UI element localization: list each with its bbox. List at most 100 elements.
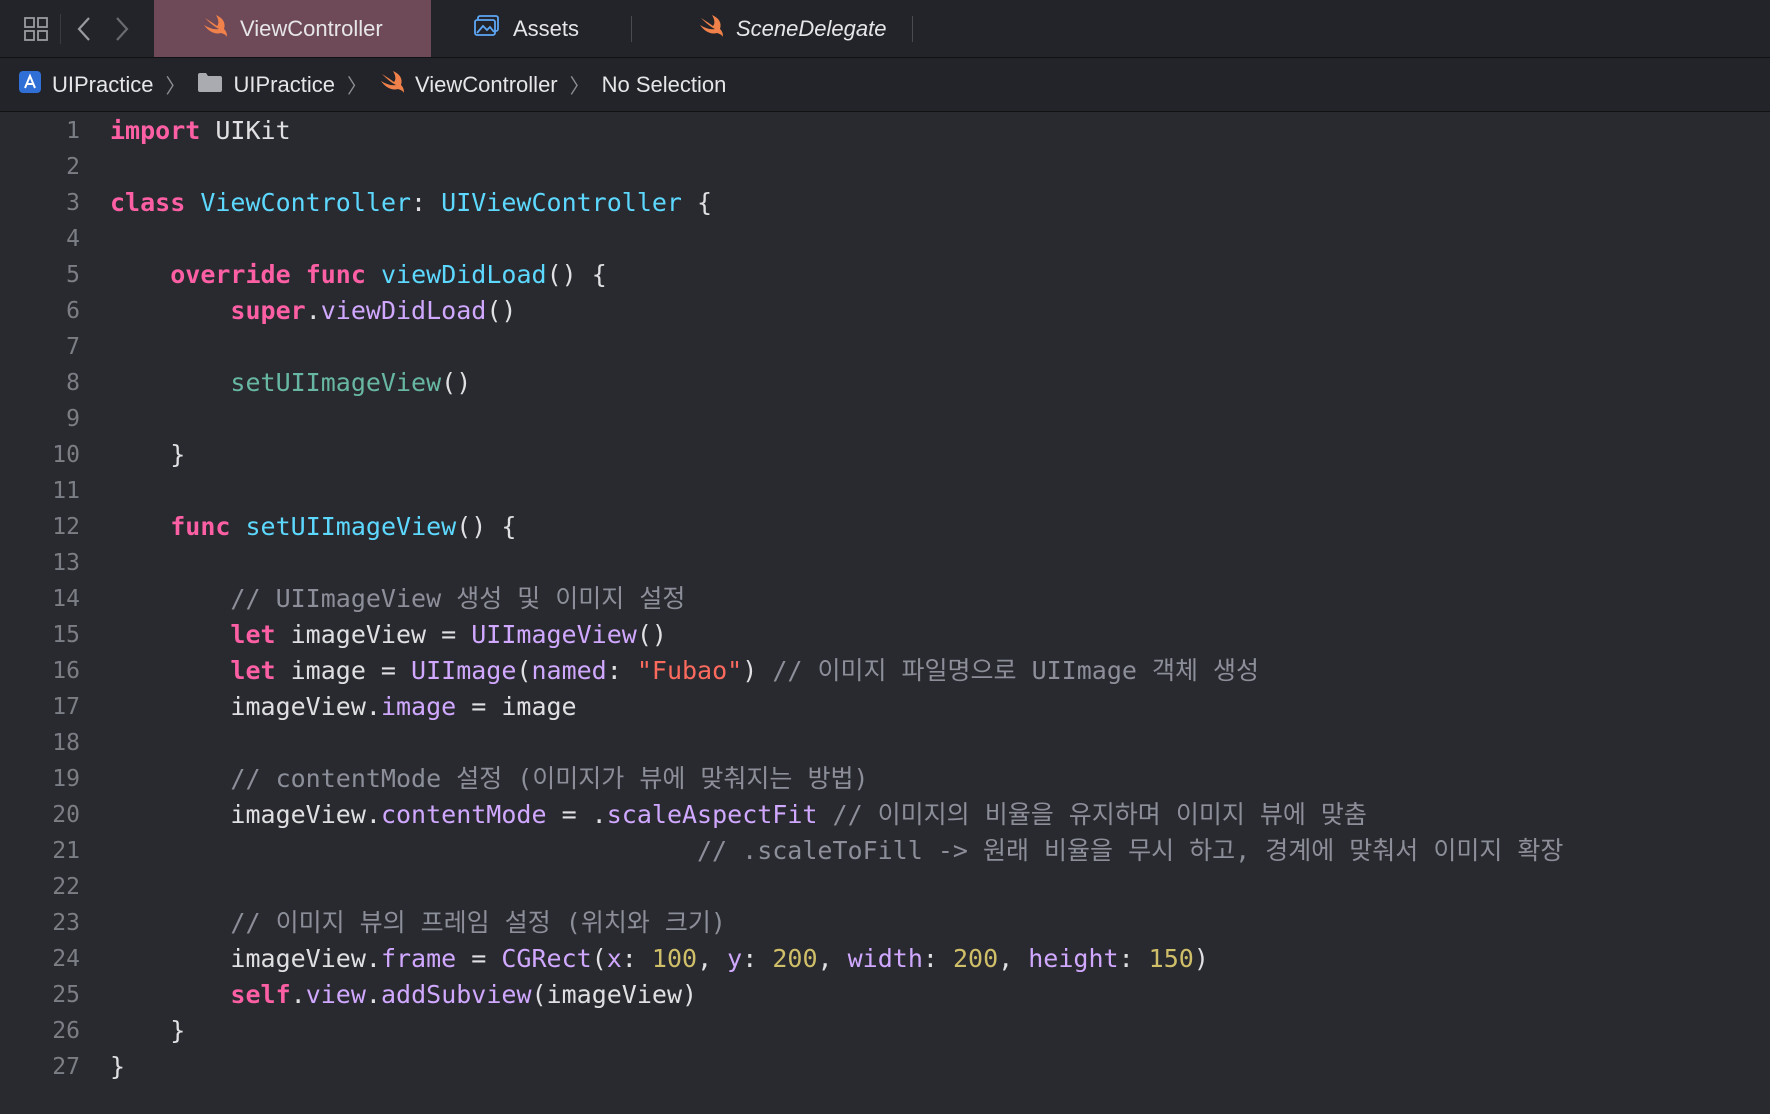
- line-number: 1: [66, 118, 80, 144]
- grid-icon[interactable]: [18, 9, 54, 49]
- code-token: ): [1193, 944, 1209, 973]
- code-line: import UIKit: [110, 113, 1563, 149]
- code-token: .: [365, 980, 381, 1009]
- code-token: frame: [380, 944, 457, 973]
- line-number: 12: [52, 514, 80, 540]
- breadcrumb-symbol[interactable]: No Selection: [602, 72, 727, 98]
- code-token: height: [1028, 944, 1119, 973]
- code-line: setUIImageView(): [110, 365, 1563, 401]
- breadcrumb-project[interactable]: UIPractice: [18, 70, 153, 100]
- breadcrumb: UIPractice 〉 UIPractice 〉 ViewController…: [0, 58, 1770, 112]
- code-token: addSubview: [380, 980, 532, 1009]
- code-token: }: [110, 1016, 186, 1045]
- line-number-gutter: 1 2 3 4 5 6 7 8 9 10 11 12 13 14 15 16 17 18 19 20 21 22 23 24 2…: [0, 113, 80, 1085]
- code-token: :: [922, 944, 953, 973]
- code-token: (): [486, 296, 517, 325]
- code-token: 200: [952, 944, 999, 973]
- tab-scenedelegate[interactable]: SceneDelegate: [632, 0, 912, 57]
- code-token: self: [230, 980, 291, 1009]
- line-number: 25: [52, 982, 80, 1008]
- code-token: viewDidLoad: [320, 296, 487, 325]
- code-token: UIImage: [411, 656, 517, 685]
- tab-bar-navigation: [0, 0, 154, 57]
- code-token: func: [170, 512, 231, 541]
- tab-assets[interactable]: Assets: [431, 0, 631, 57]
- code-token: :: [1118, 944, 1149, 973]
- code-token: imageView.: [110, 800, 381, 829]
- code-token: UIViewController: [441, 188, 682, 217]
- code-token: // 이미지 뷰의 프레임 설정 (위치와 크기): [230, 908, 726, 937]
- code-token: named: [531, 656, 607, 685]
- swift-icon: [202, 14, 228, 44]
- code-token: scaleAspectFit: [606, 800, 818, 829]
- code-line: imageView.contentMode = .scaleAspectFit …: [110, 797, 1563, 833]
- code-token: contentMode: [380, 800, 547, 829]
- code-token: (): [636, 620, 667, 649]
- breadcrumb-label: ViewController: [414, 71, 558, 97]
- code-token: UIKit: [200, 116, 291, 145]
- code-token: (: [591, 944, 607, 973]
- code-token: imageView.: [110, 944, 381, 973]
- code-editor[interactable]: 1 2 3 4 5 6 7 8 9 10 11 12 13 14 15 16 17 18 19 20 21 22 23 24 2…: [0, 113, 1770, 1114]
- line-number: 20: [52, 802, 80, 828]
- line-number: 17: [52, 694, 80, 720]
- line-number: 14: [52, 586, 80, 612]
- code-token: (): [441, 368, 472, 397]
- code-line: super.viewDidLoad(): [110, 293, 1563, 329]
- line-number: 27: [52, 1054, 80, 1080]
- code-line: let imageView = UIImageView(): [110, 617, 1563, 653]
- code-token: =: [456, 944, 502, 973]
- code-token: setUIImageView: [230, 368, 442, 397]
- forward-chevron-icon[interactable]: [103, 9, 139, 49]
- line-number: 13: [52, 550, 80, 576]
- code-token: ,: [998, 944, 1029, 973]
- tab-label: ViewController: [240, 15, 383, 41]
- code-token: // 이미지 파일명으로 UIImage 객체 생성: [772, 656, 1260, 685]
- code-token: super: [230, 296, 306, 325]
- line-number: 7: [66, 334, 80, 360]
- code-line: // contentMode 설정 (이미지가 뷰에 맞춰지는 방법): [110, 761, 1563, 797]
- back-chevron-icon[interactable]: [67, 9, 103, 49]
- code-text-area[interactable]: import UIKit class ViewController: UIVie…: [110, 113, 1563, 1085]
- code-line: imageView.image = image: [110, 689, 1563, 725]
- code-token: {: [681, 188, 713, 217]
- code-token: class: [110, 188, 186, 217]
- breadcrumb-file[interactable]: ViewController: [379, 70, 558, 100]
- line-number: 16: [52, 658, 80, 684]
- code-token: imageView.: [110, 692, 381, 721]
- line-number: 4: [66, 226, 80, 252]
- code-token: :: [742, 944, 773, 973]
- line-number: 23: [52, 910, 80, 936]
- code-token: = .: [546, 800, 607, 829]
- code-token: imageView =: [275, 620, 472, 649]
- line-number: 18: [52, 730, 80, 756]
- tab-viewcontroller[interactable]: ViewController: [154, 0, 431, 57]
- code-token: }: [110, 440, 186, 469]
- code-token: UIImageView: [471, 620, 637, 649]
- nav-divider: [60, 13, 61, 44]
- line-number: 21: [52, 838, 80, 864]
- tab-bar: ViewController Assets SceneDelegate: [0, 0, 1770, 58]
- line-number: 5: [66, 262, 80, 288]
- code-token: let: [230, 656, 276, 685]
- breadcrumb-folder[interactable]: UIPractice: [197, 71, 335, 99]
- line-number: 26: [52, 1018, 80, 1044]
- code-token: width: [847, 944, 923, 973]
- tab-label: Assets: [513, 15, 580, 41]
- code-token: let: [230, 620, 276, 649]
- line-number: 22: [52, 874, 80, 900]
